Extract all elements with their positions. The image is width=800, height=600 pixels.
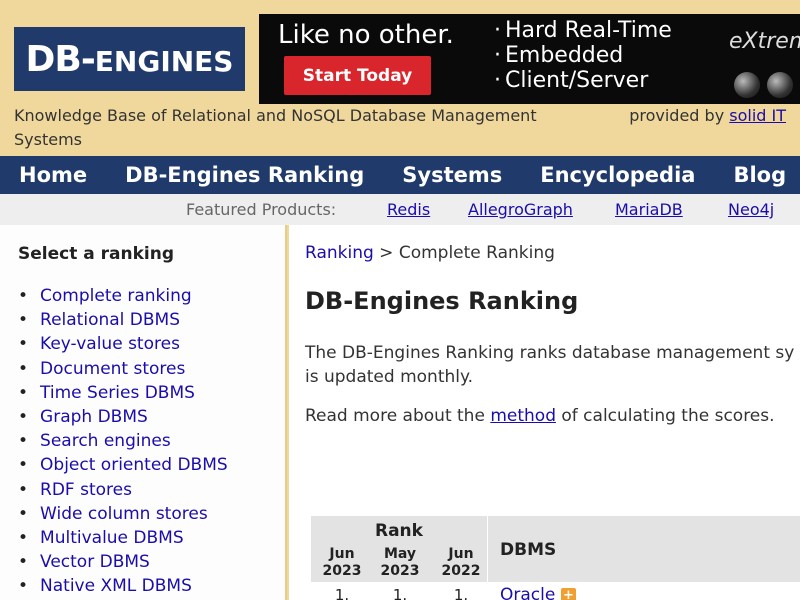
rank-cell: 1. <box>453 586 469 600</box>
period-header: Jun 2022 <box>441 546 481 579</box>
sidebar-title: Select a ranking <box>18 244 175 264</box>
ranking-link-time-series[interactable]: Time Series DBMS <box>18 381 228 405</box>
provided-by: provided by solid IT <box>616 104 786 128</box>
logo-text: DB-ENGINES <box>25 38 234 80</box>
breadcrumb-current: Complete Ranking <box>398 243 555 263</box>
read-more-text: Read more about the method of calculatin… <box>305 406 775 426</box>
breadcrumb-separator: > <box>379 243 394 263</box>
ranking-link-relational[interactable]: Relational DBMS <box>18 308 228 332</box>
dbms-header-cell: DBMS <box>488 516 800 582</box>
ranking-link-graph[interactable]: Graph DBMS <box>18 405 228 429</box>
breadcrumb: Ranking > Complete Ranking <box>305 243 555 263</box>
nav-blog[interactable]: Blog <box>733 163 786 187</box>
period-header: May 2023 <box>380 546 420 579</box>
main-navigation: Home DB-Engines Ranking Systems Encyclop… <box>0 156 800 194</box>
ranking-link-rdf[interactable]: RDF stores <box>18 478 228 502</box>
featured-redis-link[interactable]: Redis <box>387 200 430 219</box>
nav-home[interactable]: Home <box>19 163 87 187</box>
site-tagline: Knowledge Base of Relational and NoSQL D… <box>14 106 537 149</box>
ranking-link-complete[interactable]: Complete ranking <box>18 284 228 308</box>
dbms-header: DBMS <box>500 540 557 560</box>
ranking-link-object-oriented[interactable]: Object oriented DBMS <box>18 453 228 477</box>
read-more-prefix: Read more about the <box>305 406 485 426</box>
featured-products-label: Featured Products: <box>186 200 337 219</box>
rank-cell: 1. <box>334 586 350 600</box>
nav-systems[interactable]: Systems <box>402 163 502 187</box>
main-content: Ranking > Complete Ranking DB-Engines Ra… <box>289 225 800 600</box>
ranking-list: Complete ranking Relational DBMS Key-val… <box>18 284 228 599</box>
db-engines-logo[interactable]: DB-ENGINES <box>14 27 245 91</box>
intro-text: The DB-Engines Ranking ranks database ma… <box>305 343 800 387</box>
nav-encyclopedia[interactable]: Encyclopedia <box>540 163 695 187</box>
breadcrumb-ranking-link[interactable]: Ranking <box>305 243 374 263</box>
rank-header: Rank <box>375 521 423 541</box>
ranking-link-native-xml[interactable]: Native XML DBMS <box>18 574 228 598</box>
advertisement-banner[interactable]: Like no other. Start Today Hard Real-Tim… <box>259 14 800 104</box>
ad-brand-logo: eXtrem <box>729 29 800 54</box>
solid-it-link[interactable]: solid IT <box>729 106 786 125</box>
ranking-table: Rank Jun 2023 May 2023 Jun 2022 DBMS 1. 1. … <box>311 516 800 600</box>
expand-plus-icon[interactable]: + <box>561 588 576 600</box>
read-more-suffix: of calculating the scores. <box>561 406 775 426</box>
featured-neo4j-link[interactable]: Neo4j <box>728 200 774 219</box>
rank-header-cell: Rank Jun 2023 May 2023 Jun 2022 <box>311 516 487 582</box>
dbms-link-oracle[interactable]: Oracle <box>500 585 555 600</box>
page-title: DB-Engines Ranking <box>305 287 579 315</box>
ranking-link-multivalue[interactable]: Multivalue DBMS <box>18 526 228 550</box>
period-header: Jun 2023 <box>322 546 362 579</box>
ad-feature: Embedded <box>494 43 672 68</box>
nav-db-engines-ranking[interactable]: DB-Engines Ranking <box>125 163 364 187</box>
ad-sphere-icon <box>734 72 760 98</box>
ranking-link-key-value[interactable]: Key-value stores <box>18 332 228 356</box>
ranking-sidebar: Select a ranking Complete ranking Relati… <box>0 225 287 600</box>
ranking-link-search-engines[interactable]: Search engines <box>18 429 228 453</box>
ad-feature: Client/Server <box>494 68 672 93</box>
ranking-link-document[interactable]: Document stores <box>18 357 228 381</box>
featured-products-bar: Featured Products: Redis AllegroGraph Ma… <box>0 194 800 225</box>
method-link[interactable]: method <box>490 406 556 426</box>
featured-mariadb-link[interactable]: MariaDB <box>615 200 683 219</box>
ad-headline: Like no other. <box>278 20 454 50</box>
ranking-link-wide-column[interactable]: Wide column stores <box>18 502 228 526</box>
ad-start-today-button[interactable]: Start Today <box>284 56 431 95</box>
ranking-link-vector[interactable]: Vector DBMS <box>18 550 228 574</box>
ad-feature-list: Hard Real-Time Embedded Client/Server <box>494 18 672 93</box>
featured-allegrograph-link[interactable]: AllegroGraph <box>468 200 573 219</box>
provided-by-label: provided by <box>629 106 725 125</box>
ad-feature: Hard Real-Time <box>494 18 672 43</box>
rank-cell: 1. <box>392 586 408 600</box>
ad-sphere-icon <box>767 72 793 98</box>
